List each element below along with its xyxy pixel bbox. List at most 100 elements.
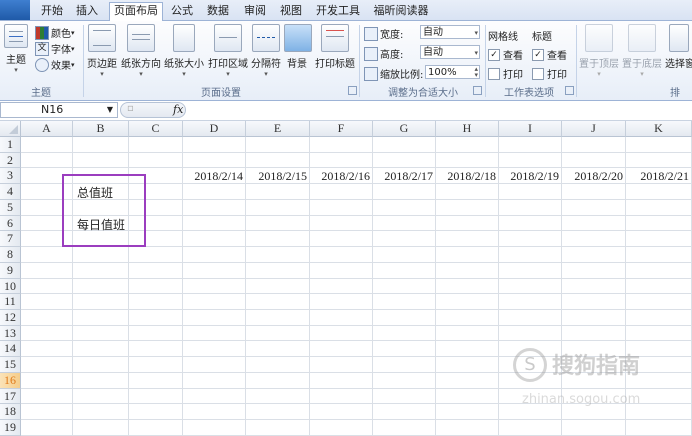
row-header-12[interactable]: 12	[0, 310, 21, 326]
formula-input[interactable]	[188, 102, 692, 118]
date-cell[interactable]: 2018/2/21	[626, 169, 689, 184]
headings-print-checkbox[interactable]: 打印	[532, 66, 567, 81]
page-setup-launcher-icon[interactable]	[348, 86, 357, 95]
gridline	[21, 309, 692, 311]
row-header-4[interactable]: 4	[0, 184, 21, 200]
tab-view[interactable]: 视图	[277, 3, 305, 20]
theme-colors-button[interactable]: 颜色 ▾	[35, 25, 75, 40]
column-header-c[interactable]: C	[129, 121, 183, 137]
row-header-18[interactable]: 18	[0, 404, 21, 421]
themes-button[interactable]: 主题 ▾	[2, 24, 30, 74]
cancel-icon[interactable]: ▫	[127, 103, 134, 114]
bring-forward-button[interactable]: 置于顶层 ▾	[579, 24, 619, 78]
tab-developer[interactable]: 开发工具	[313, 3, 363, 20]
tab-data[interactable]: 数据	[204, 3, 232, 20]
scale-spinner[interactable]: 100% ▴ ▾	[425, 65, 480, 79]
tab-page-layout[interactable]: 页面布局	[109, 2, 163, 22]
name-box[interactable]: N16 ▼	[0, 102, 118, 118]
row-header-14[interactable]: 14	[0, 341, 21, 358]
print-titles-icon	[321, 24, 349, 52]
margins-button[interactable]: 页边距 ▾	[86, 24, 118, 78]
column-header-k[interactable]: K	[626, 121, 692, 137]
background-image-icon	[284, 24, 312, 52]
tab-review[interactable]: 审阅	[241, 3, 269, 20]
row-header-10[interactable]: 10	[0, 278, 21, 295]
formula-bar: N16 ▼ ▫ fx	[0, 101, 692, 121]
width-label: 宽度:	[380, 30, 404, 41]
gridline	[21, 277, 692, 279]
row-header-1[interactable]: 1	[0, 137, 21, 153]
watermark-text: 搜狗指南	[552, 354, 641, 379]
breaks-icon	[252, 24, 280, 52]
tab-formulas[interactable]: 公式	[168, 3, 196, 20]
tab-insert[interactable]: 插入	[73, 3, 101, 20]
date-cell[interactable]: 2018/2/18	[436, 169, 496, 184]
scale-launcher-icon[interactable]	[473, 86, 482, 95]
row-header-2[interactable]: 2	[0, 152, 21, 169]
theme-fonts-button[interactable]: 文 字体 ▾	[35, 41, 75, 56]
height-combo[interactable]: 自动 ▾	[420, 45, 480, 59]
send-backward-icon	[628, 24, 656, 52]
highlight-annotation-box	[62, 174, 146, 247]
breaks-button[interactable]: 分隔符 ▾	[250, 24, 282, 78]
worksheet-grid[interactable]: A B C D E F G H I J K 1 2 3 4 5 6 7 8 9 10 11 12 13 14 15 16 17 18 19…	[0, 121, 692, 436]
column-header-h[interactable]: H	[436, 121, 499, 137]
colors-icon	[35, 25, 49, 40]
width-combo[interactable]: 自动 ▾	[420, 25, 480, 39]
selection-pane-button[interactable]: 选择窗格	[665, 24, 692, 70]
insert-function-icon[interactable]: fx	[173, 103, 183, 116]
row-header-5[interactable]: 5	[0, 199, 21, 216]
column-header-a[interactable]: A	[21, 121, 73, 137]
send-backward-button[interactable]: 置于底层 ▾	[622, 24, 662, 78]
row-header-9[interactable]: 9	[0, 262, 21, 279]
sheet-options-launcher-icon[interactable]	[565, 86, 574, 95]
width-setting: 宽度:	[364, 26, 403, 41]
column-header-f[interactable]: F	[310, 121, 373, 137]
checkmark-icon: ✓	[488, 48, 500, 61]
theme-effects-button[interactable]: 效果 ▾	[35, 57, 75, 72]
column-header-j[interactable]: J	[562, 121, 626, 137]
column-header-d[interactable]: D	[183, 121, 246, 137]
date-cell[interactable]: 2018/2/15	[246, 169, 307, 184]
print-area-button[interactable]: 打印区域 ▾	[207, 24, 249, 78]
gridlines-print-checkbox[interactable]: 打印	[488, 66, 523, 81]
scale-setting: 缩放比例:	[364, 66, 423, 81]
row-header-8[interactable]: 8	[0, 247, 21, 263]
date-cell[interactable]: 2018/2/14	[183, 169, 243, 184]
ribbon-tab-bar: 开始 插入 页面布局 公式 数据 审阅 视图 开发工具 福昕阅读器	[0, 0, 692, 22]
row-header-6[interactable]: 6	[0, 215, 21, 232]
print-titles-button[interactable]: 打印标题	[313, 24, 357, 70]
theme-colors-label: 颜色	[51, 29, 71, 40]
headings-view-checkbox[interactable]: ✓ 查看	[532, 47, 567, 62]
select-all-button[interactable]	[0, 121, 21, 137]
gridlines-view-checkbox[interactable]: ✓ 查看	[488, 47, 523, 62]
row-header-15[interactable]: 15	[0, 357, 21, 373]
row-header-3[interactable]: 3	[0, 168, 21, 185]
date-cell[interactable]: 2018/2/17	[373, 169, 433, 184]
margins-label: 页边距	[87, 59, 117, 70]
chevron-down-icon[interactable]: ▼	[107, 103, 113, 117]
orientation-button[interactable]: 纸张方向 ▾	[120, 24, 162, 78]
column-header-e[interactable]: E	[246, 121, 310, 137]
tab-foxit-reader[interactable]: 福昕阅读器	[370, 3, 432, 20]
tab-home[interactable]: 开始	[38, 3, 66, 20]
row-header-19[interactable]: 19	[0, 420, 21, 436]
column-header-g[interactable]: G	[373, 121, 436, 137]
column-header-i[interactable]: I	[499, 121, 562, 137]
theme-group-label: 主题	[31, 88, 51, 99]
gridline	[21, 387, 692, 389]
row-header-11[interactable]: 11	[0, 294, 21, 310]
date-cell[interactable]: 2018/2/20	[562, 169, 623, 184]
row-header-17[interactable]: 17	[0, 388, 21, 405]
file-menu-button[interactable]	[0, 0, 30, 20]
background-button[interactable]: 背景	[284, 24, 312, 70]
row-header-13[interactable]: 13	[0, 325, 21, 342]
date-cell[interactable]: 2018/2/19	[499, 169, 559, 184]
date-cell[interactable]: 2018/2/16	[310, 169, 370, 184]
height-setting: 高度:	[364, 46, 403, 61]
column-header-b[interactable]: B	[73, 121, 129, 137]
row-header-16[interactable]: 16	[0, 372, 21, 389]
size-button[interactable]: 纸张大小 ▾	[163, 24, 205, 78]
row-header-7[interactable]: 7	[0, 231, 21, 248]
orientation-label: 纸张方向	[121, 59, 161, 70]
